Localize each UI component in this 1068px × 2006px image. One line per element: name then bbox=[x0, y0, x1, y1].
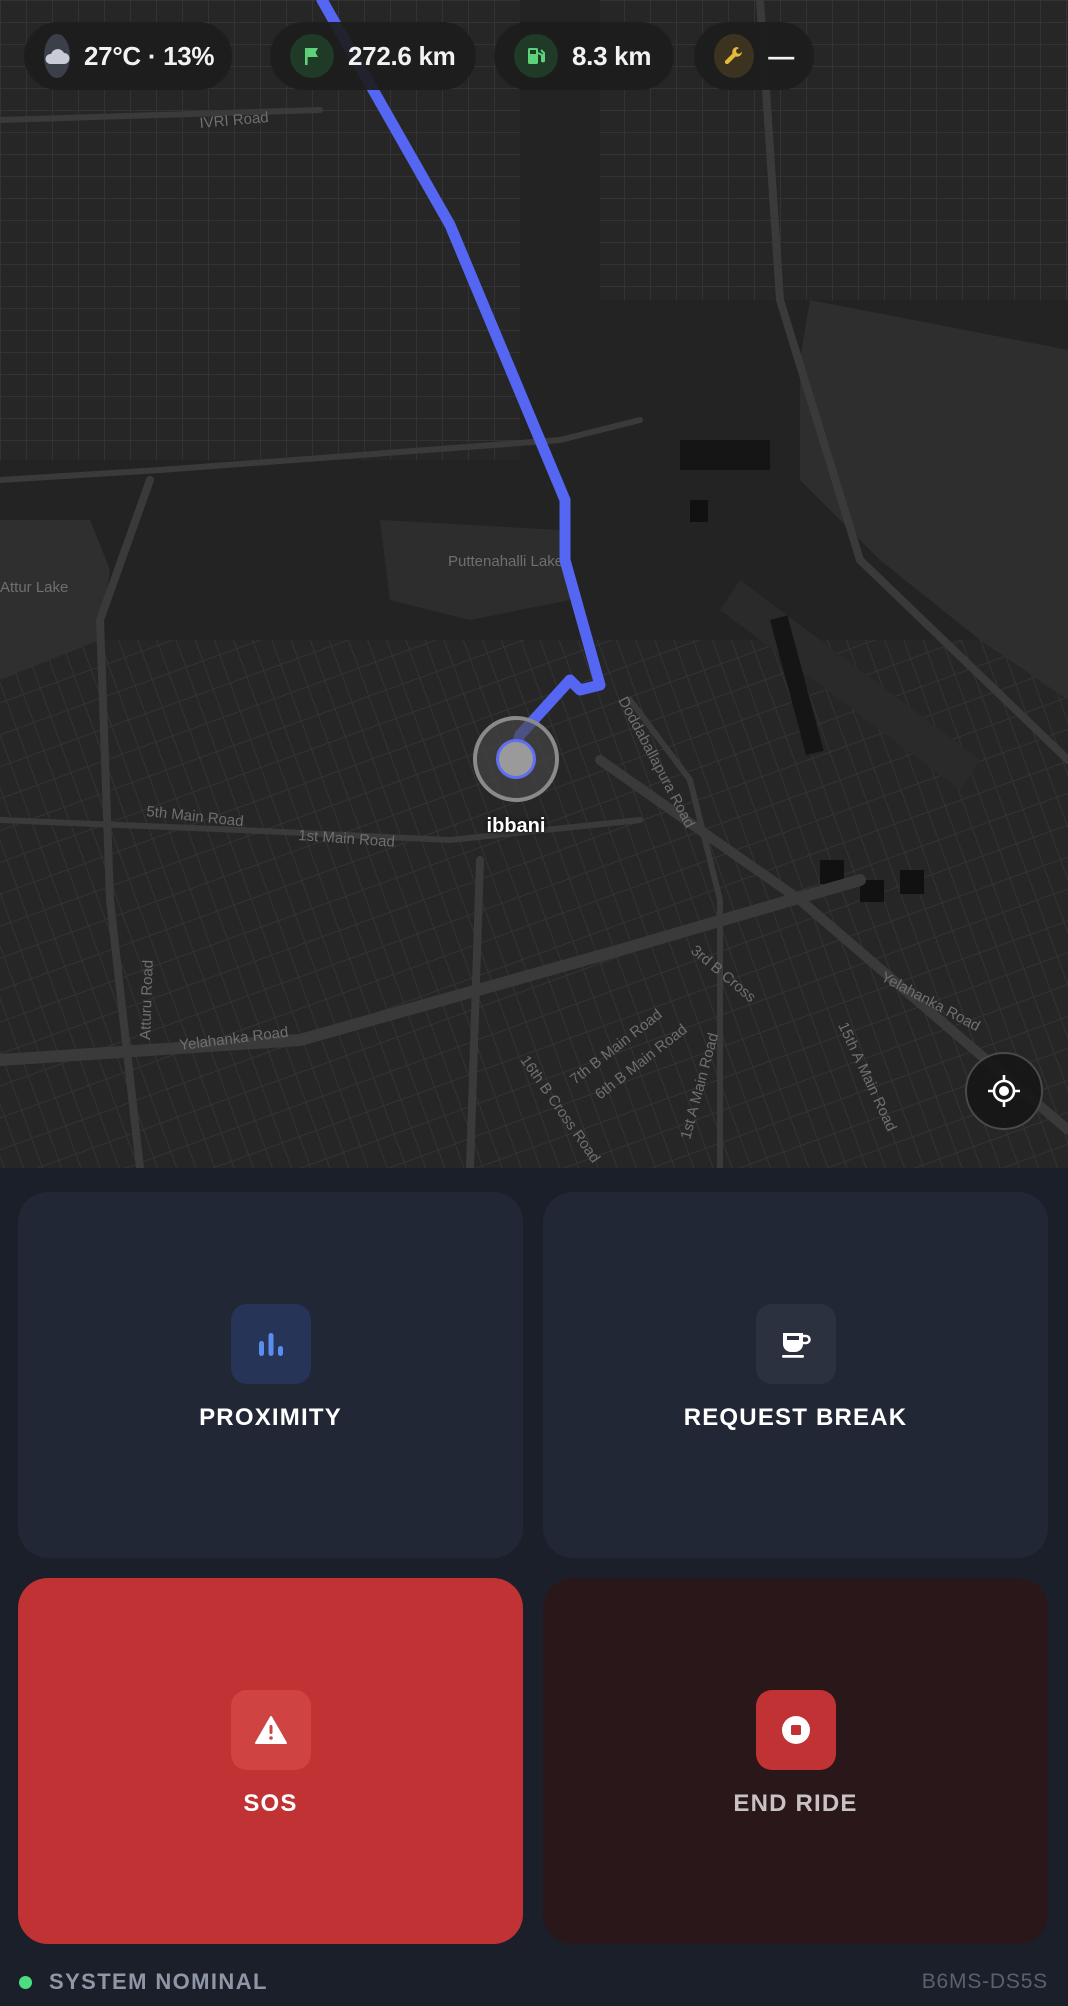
sos-button[interactable]: SOS bbox=[18, 1578, 523, 1944]
recenter-button[interactable] bbox=[965, 1052, 1043, 1130]
flag-icon bbox=[290, 34, 334, 78]
wrench-icon bbox=[714, 34, 755, 78]
warning-triangle-icon bbox=[230, 1690, 311, 1770]
building bbox=[680, 440, 770, 470]
request-break-label: REQUEST BREAK bbox=[683, 1404, 908, 1431]
lake-area bbox=[380, 520, 570, 620]
service-pill: — bbox=[694, 22, 814, 90]
building bbox=[690, 500, 708, 522]
cloud-icon bbox=[44, 34, 70, 78]
street-label: Atturu Road bbox=[137, 960, 157, 1041]
distance-text: 272.6 km bbox=[348, 40, 456, 71]
vehicle-marker[interactable] bbox=[473, 716, 559, 802]
service-text: — bbox=[768, 40, 794, 71]
fuel-pump-icon bbox=[514, 34, 558, 78]
building bbox=[900, 870, 924, 894]
proximity-label: PROXIMITY bbox=[199, 1404, 342, 1431]
map-view[interactable]: IVRI Road Puttenahalli Lake Attur Lake 5… bbox=[0, 0, 1068, 1168]
map-canvas: IVRI Road Puttenahalli Lake Attur Lake 5… bbox=[0, 0, 1068, 1168]
end-ride-label: END RIDE bbox=[733, 1790, 858, 1817]
device-id: B6MS-DS5S bbox=[921, 1970, 1048, 1993]
fuel-range-text: 8.3 km bbox=[572, 40, 652, 71]
coffee-cup-icon bbox=[755, 1304, 836, 1384]
crosshair-icon bbox=[988, 1075, 1020, 1107]
vehicle-marker-icon bbox=[496, 739, 536, 779]
system-status-text: SYSTEM NOMINAL bbox=[49, 1969, 268, 1994]
distance-pill: 272.6 km bbox=[270, 22, 476, 90]
sos-label: SOS bbox=[243, 1790, 298, 1817]
proximity-button[interactable]: PROXIMITY bbox=[18, 1192, 523, 1558]
bar-chart-icon bbox=[230, 1304, 311, 1384]
vehicle-marker-label: ibbani bbox=[486, 815, 546, 837]
street-label: Puttenahalli Lake bbox=[448, 553, 563, 570]
fuel-range-pill: 8.3 km bbox=[494, 22, 674, 90]
weather-text: 27°C · 13% bbox=[84, 40, 215, 71]
status-indicator-dot bbox=[19, 1975, 32, 1989]
end-ride-button[interactable]: END RIDE bbox=[543, 1578, 1048, 1944]
control-panel: PROXIMITY REQUEST BREAK SOS END RIDE SYS… bbox=[0, 1168, 1068, 2006]
street-label: Attur Lake bbox=[0, 579, 68, 596]
weather-pill: 27°C · 13% bbox=[24, 22, 232, 90]
request-break-button[interactable]: REQUEST BREAK bbox=[543, 1192, 1048, 1558]
stop-icon bbox=[755, 1690, 836, 1770]
status-footer: SYSTEM NOMINAL B6MS-DS5S bbox=[0, 1958, 1068, 2006]
